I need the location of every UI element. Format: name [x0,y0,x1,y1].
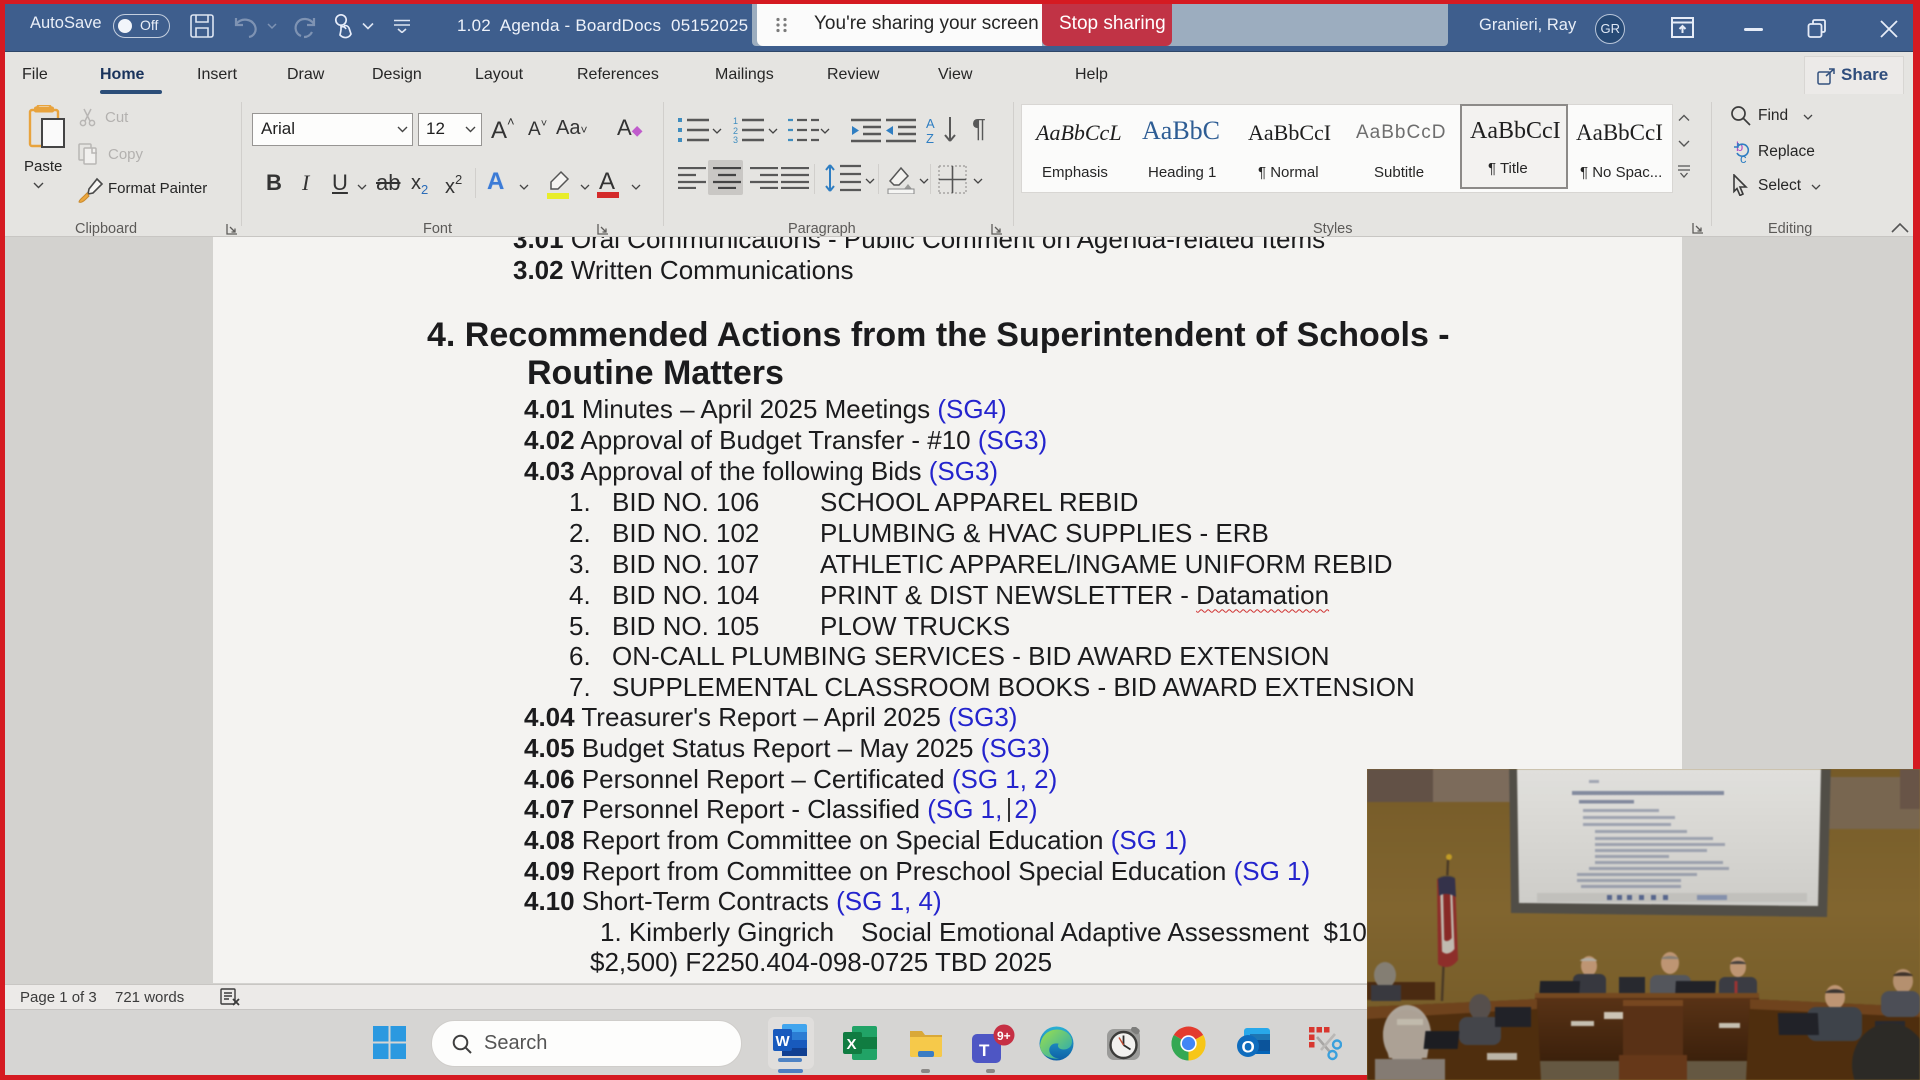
svg-text:3: 3 [733,135,738,143]
svg-text:X: X [847,1036,857,1053]
svg-text:W: W [776,1033,791,1050]
svg-text:Z: Z [926,131,934,145]
svg-text:T: T [979,1041,990,1060]
svg-text:O: O [1242,1038,1255,1057]
svg-text:A: A [926,116,935,131]
svg-text:c: c [1740,151,1747,165]
svg-text:1: 1 [733,117,738,126]
svg-text:9+: 9+ [997,1029,1011,1043]
